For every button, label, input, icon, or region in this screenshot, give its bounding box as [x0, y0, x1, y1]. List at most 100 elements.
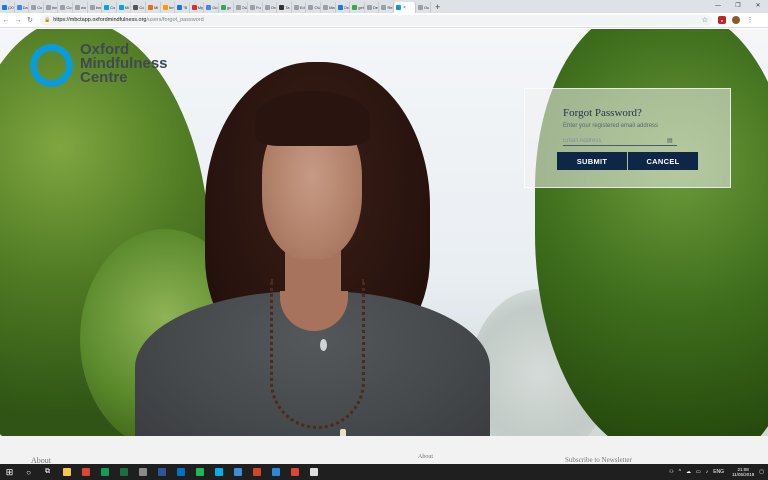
minimize-button[interactable]: — — [708, 0, 728, 13]
tab-favicon-icon — [118, 5, 124, 10]
tab-favicon-icon — [191, 5, 197, 10]
autofill-icon[interactable]: ▤ — [667, 137, 673, 144]
tab-title: Ma — [329, 5, 335, 10]
tab-active[interactable]: × — [394, 2, 417, 13]
taskbar-photos-icon[interactable] — [304, 464, 323, 480]
clock[interactable]: 21:08 11/05/2019 — [732, 467, 754, 477]
browser-tab[interactable]: Da — [15, 2, 30, 13]
bookmark-star-icon[interactable]: ☆ — [702, 16, 708, 24]
taskbar-excel-icon[interactable] — [114, 464, 133, 480]
browser-tab[interactable]: OU — [306, 2, 322, 13]
maximize-button[interactable]: ❐ — [728, 0, 748, 13]
browser-tab[interactable]: Ox — [263, 2, 278, 13]
tab-favicon-icon — [206, 5, 212, 10]
browser-tab[interactable]: Inn — [44, 2, 59, 13]
extension-icon[interactable]: ● — [718, 16, 726, 24]
cloud-icon[interactable]: ☁ — [686, 469, 691, 475]
tab-title: wo — [80, 5, 87, 10]
people-icon[interactable]: ⚇ — [669, 469, 673, 475]
close-window-button[interactable]: ✕ — [748, 0, 768, 13]
volume-icon[interactable]: ♪ — [706, 469, 709, 475]
taskbar-outlook-icon[interactable] — [171, 464, 190, 480]
tab-favicon-icon — [45, 5, 51, 10]
browser-tab[interactable]: wo — [73, 2, 88, 13]
email-field: ▤ — [563, 136, 677, 146]
taskbar-app-grey-icon[interactable] — [133, 464, 152, 480]
notifications-icon[interactable]: ▢ — [759, 469, 764, 475]
taskbar-spotify-icon[interactable] — [190, 464, 209, 480]
tab-favicon-icon — [16, 5, 22, 10]
browser-tab[interactable]: "B — [175, 2, 190, 13]
menu-icon[interactable]: ⋮ — [746, 16, 754, 24]
taskbar-word-icon[interactable] — [152, 464, 171, 480]
browser-tab[interactable]: Re — [379, 2, 395, 13]
taskbar-file-explorer-icon[interactable] — [57, 464, 76, 480]
browser-tab[interactable]: get — [350, 2, 365, 13]
browser-tab[interactable]: De — [365, 2, 380, 13]
browser-tab[interactable]: Mi — [146, 2, 161, 13]
submit-button[interactable]: SUBMIT — [557, 152, 627, 170]
taskbar-chrome-2-icon[interactable] — [95, 464, 114, 480]
tab-favicon-icon — [418, 5, 424, 10]
browser-tab[interactable]: Co — [102, 2, 117, 13]
browser-tab[interactable]: Edi — [292, 2, 307, 13]
close-tab-icon[interactable]: × — [403, 5, 406, 11]
browser-tab[interactable]: Ou — [416, 2, 431, 13]
tab-favicon-icon — [366, 5, 372, 10]
tab-favicon-icon — [147, 5, 153, 10]
browser-tab[interactable]: Inn — [88, 2, 103, 13]
footer-about-link[interactable]: About — [418, 454, 433, 460]
tab-title: Ox — [270, 5, 276, 10]
tab-title: Co — [66, 5, 72, 10]
form-buttons: SUBMIT CANCEL — [557, 152, 730, 170]
taskbar-chrome-icon[interactable] — [76, 464, 95, 480]
taskbar-powerpoint-icon[interactable] — [247, 464, 266, 480]
taskbar-chrome-3-icon[interactable] — [285, 464, 304, 480]
reload-button[interactable]: ↻ — [24, 16, 36, 24]
address-bar[interactable]: 🔒 https://mbctapp.oxfordmindfulness.org … — [40, 14, 712, 26]
browser-tab[interactable]: Co — [131, 2, 146, 13]
profile-avatar[interactable] — [732, 16, 740, 24]
browser-tab[interactable]: Ma — [321, 2, 336, 13]
browser-tab[interactable]: Ta — [277, 2, 292, 13]
browser-tab[interactable]: Ox — [336, 2, 351, 13]
taskbar-photos-blue-icon[interactable] — [266, 464, 285, 480]
url-path: /users/forgot_password — [146, 17, 204, 23]
browser-tab[interactable]: Co — [58, 2, 73, 13]
tab-favicon-icon — [220, 5, 226, 10]
chevron-up-icon[interactable]: ^ — [679, 469, 681, 475]
browser-tab[interactable]: Co — [29, 2, 44, 13]
browser-tab[interactable]: Go — [204, 2, 219, 13]
start-button[interactable]: ⊞ — [0, 464, 19, 480]
tab-title: Da — [22, 5, 28, 10]
taskbar-skype-icon[interactable] — [209, 464, 228, 480]
language-indicator[interactable]: ENG — [713, 469, 724, 475]
browser-tab[interactable]: Mi — [117, 2, 132, 13]
taskbar-onedrive-icon[interactable] — [228, 464, 247, 480]
cancel-button[interactable]: CANCEL — [628, 152, 698, 170]
browser-tab[interactable]: OU — [234, 2, 249, 13]
browser-tab[interactable]: Fu — [248, 2, 263, 13]
tab-favicon-icon — [89, 5, 95, 10]
email-input[interactable] — [563, 137, 667, 144]
browser-tab[interactable]: (20 — [0, 2, 15, 13]
tab-favicon-icon — [323, 5, 329, 10]
woman-bangs — [255, 91, 370, 146]
new-tab-button[interactable]: + — [431, 2, 445, 13]
oxford-mindfulness-logo[interactable]: Oxford Mindfulness Centre — [30, 42, 168, 87]
tab-title: Inn — [51, 5, 58, 10]
tab-title: Mi — [153, 5, 159, 10]
tab-title: Re — [387, 5, 393, 10]
browser-tab[interactable]: Am — [161, 2, 176, 13]
tab-title: Mi — [124, 5, 129, 10]
forgot-password-card: Forgot Password? Enter your registered e… — [524, 88, 731, 188]
browser-tab[interactable]: My — [190, 2, 205, 13]
browser-tab[interactable]: go — [219, 2, 234, 13]
search-icon[interactable]: ○ — [19, 464, 38, 480]
back-button[interactable]: ← — [0, 17, 12, 24]
tab-title: get — [358, 5, 364, 10]
tab-title: Ou — [424, 5, 430, 10]
task-view-icon[interactable]: ⧉ — [38, 464, 57, 480]
network-icon[interactable]: ▭ — [696, 469, 701, 475]
forward-button[interactable]: → — [12, 17, 24, 24]
